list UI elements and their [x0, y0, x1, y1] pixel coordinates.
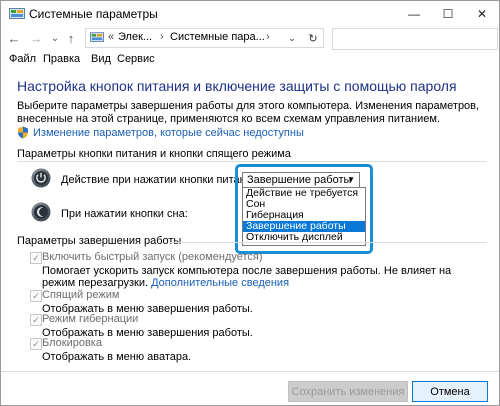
breadcrumb-overflow-icon[interactable]: «	[108, 31, 114, 43]
power-buttons-section-title: Параметры кнопки питания и кнопки спящег…	[17, 148, 291, 160]
lock-description: Отображать в меню аватара.	[42, 351, 192, 363]
minimize-button[interactable]: —	[399, 1, 429, 27]
breadcrumb-item[interactable]: Элек...	[118, 31, 152, 43]
control-panel-icon	[9, 8, 25, 19]
breadcrumb-separator-icon: ›	[160, 31, 164, 43]
footer-bar: Сохранить изменения Отмена	[1, 371, 499, 405]
sleep-label: Спящий режим	[42, 289, 120, 301]
main-content: Настройка кнопок питания и включение защ…	[1, 68, 499, 368]
page-title: Настройка кнопок питания и включение защ…	[17, 78, 457, 94]
fast-startup-label: Включить быстрый запуск (рекомендуется)	[42, 251, 263, 263]
back-arrow-icon: ←	[7, 30, 21, 46]
menu-view[interactable]: Вид	[91, 53, 111, 65]
minimize-icon: —	[408, 7, 420, 21]
cancel-button[interactable]: Отмена	[412, 381, 488, 402]
page-description: Выберите параметры завершения работы для…	[17, 100, 480, 125]
up-button[interactable]: ↑	[63, 30, 79, 46]
change-settings-link-text[interactable]: Изменение параметров, которые сейчас нед…	[33, 127, 304, 139]
divider	[169, 242, 487, 243]
menu-edit[interactable]: Правка	[43, 53, 80, 65]
chevron-down-icon: ▼	[347, 175, 355, 184]
back-button[interactable]: ←	[6, 30, 22, 46]
sleep-checkbox[interactable]: ✓	[30, 290, 42, 302]
system-settings-window: Системные параметры — ☐ ✕ ← → ⌄ ↑ « Элек…	[0, 0, 500, 406]
forward-button[interactable]: →	[28, 30, 44, 46]
navigation-bar: ← → ⌄ ↑ « Элек... › Системные пара... › …	[1, 27, 499, 50]
fast-startup-description: Помогает ускорить запуск компьютера посл…	[42, 265, 452, 289]
window-title: Системные параметры	[29, 7, 158, 21]
search-input[interactable]	[332, 28, 498, 50]
sleep-button-icon	[31, 202, 51, 222]
change-unavailable-settings-link[interactable]: Изменение параметров, которые сейчас нед…	[17, 126, 304, 139]
address-bar[interactable]: « Элек... › Системные пара... › ⌄ ↻	[85, 28, 324, 48]
menu-tools[interactable]: Сервис	[117, 53, 155, 65]
menu-bar: Файл Правка Вид Сервис	[1, 50, 499, 68]
menu-file[interactable]: Файл	[9, 53, 36, 65]
up-arrow-icon: ↑	[67, 30, 75, 46]
close-button[interactable]: ✕	[467, 1, 497, 27]
chevron-down-icon: ⌄	[288, 32, 296, 43]
power-button-icon	[31, 168, 51, 188]
divider	[17, 161, 487, 162]
address-dropdown-button[interactable]: ⌄	[283, 29, 301, 47]
power-action-dropdown-list: Действие не требуется Сон Гибернация Зав…	[242, 187, 366, 246]
fast-startup-checkbox[interactable]: ✓	[30, 252, 42, 264]
power-button-action-label: Действие при нажатии кнопки питания:	[61, 174, 261, 186]
lock-checkbox[interactable]: ✓	[30, 338, 42, 350]
lock-label: Блокировка	[42, 337, 102, 349]
hibernate-label: Режим гибернации	[42, 313, 139, 325]
forward-arrow-icon: →	[29, 30, 43, 46]
selected-value: Завершение работы	[247, 174, 352, 186]
close-icon: ✕	[476, 7, 488, 21]
hibernate-checkbox[interactable]: ✓	[30, 314, 42, 326]
sleep-button-action-label: При нажатии кнопки сна:	[61, 208, 188, 220]
shutdown-settings-section-title: Параметры завершения работы	[17, 235, 182, 247]
refresh-icon: ↻	[308, 32, 318, 45]
breadcrumb-separator-icon: ›	[266, 31, 270, 43]
title-bar: Системные параметры — ☐ ✕	[1, 1, 499, 27]
control-panel-icon	[90, 32, 104, 42]
uac-shield-icon	[18, 126, 28, 139]
chevron-down-icon: ⌄	[50, 32, 60, 44]
maximize-icon: ☐	[442, 7, 454, 21]
breadcrumb-item[interactable]: Системные пара...	[170, 31, 265, 43]
refresh-button[interactable]: ↻	[304, 29, 322, 47]
more-info-link[interactable]: Дополнительные сведения	[151, 277, 289, 289]
save-changes-button[interactable]: Сохранить изменения	[288, 381, 408, 402]
recent-locations-button[interactable]: ⌄	[47, 30, 63, 46]
maximize-button[interactable]: ☐	[433, 1, 463, 27]
